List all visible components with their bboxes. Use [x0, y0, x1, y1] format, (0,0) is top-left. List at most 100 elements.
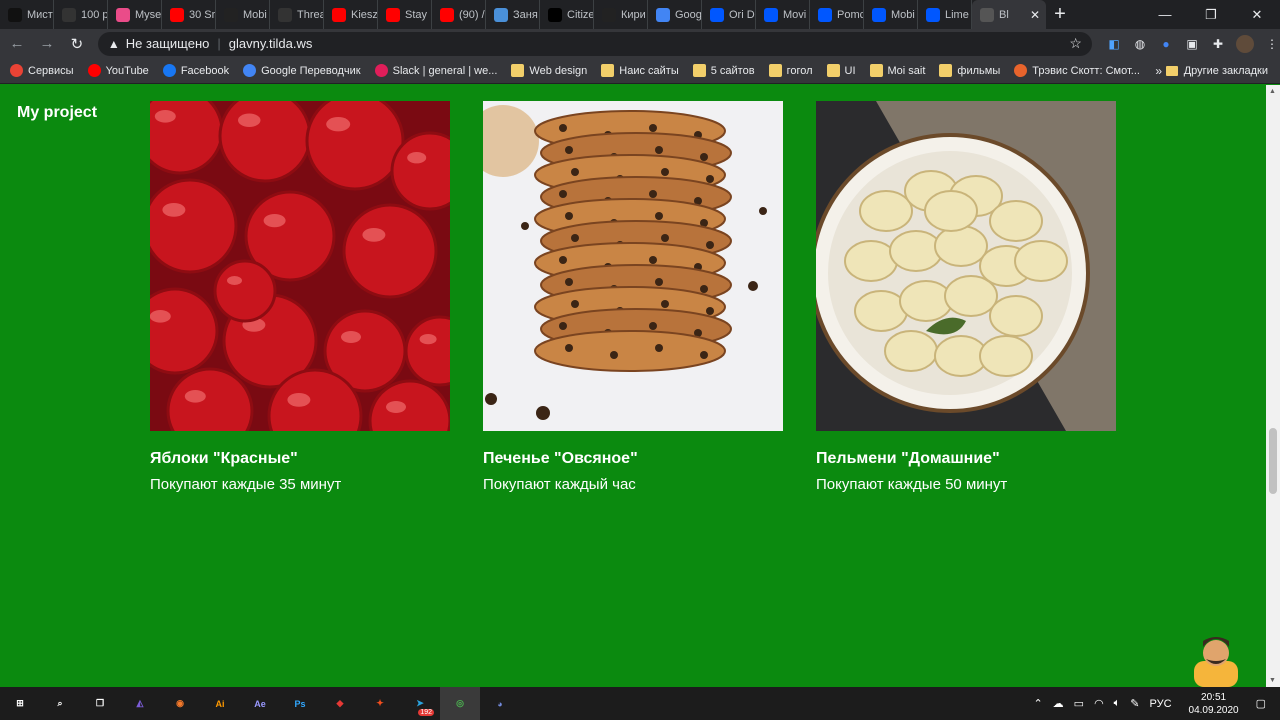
vpn-globe-icon[interactable]: ◍ [1132, 36, 1148, 52]
tab[interactable]: 30 Sr [162, 0, 216, 29]
tab[interactable]: Кири [594, 0, 648, 29]
tab[interactable]: Goog [648, 0, 702, 29]
pen-icon[interactable]: ✎ [1130, 697, 1139, 710]
bookmark-item[interactable]: YouTube [87, 64, 149, 77]
discord-icon[interactable]: ◕ [480, 687, 520, 720]
shield-app-icon[interactable]: ◆ [320, 687, 360, 720]
figma-icon[interactable]: ✦ [360, 687, 400, 720]
new-tab-button[interactable]: + [1046, 0, 1074, 29]
chevron-up-icon[interactable]: ⌃ [1033, 697, 1042, 710]
bookmark-item[interactable]: Web design [511, 64, 587, 77]
chrome-icon[interactable]: ◎ [440, 687, 480, 720]
behance-icon [926, 7, 940, 22]
maximize-icon[interactable]: ❐ [1188, 0, 1234, 29]
bookmark-item[interactable]: Сервисы [10, 64, 74, 77]
forward-icon[interactable]: → [34, 31, 60, 57]
product-card[interactable]: Печенье "Овсяное" Покупают каждый час [483, 101, 783, 493]
tab[interactable]: (90) / [432, 0, 486, 29]
bookmark-item[interactable]: Slack | general | we... [374, 64, 497, 77]
chat-mascot-icon[interactable] [1188, 631, 1244, 687]
youtube-icon [386, 7, 400, 22]
photoshop-icon[interactable]: Ps [280, 687, 320, 720]
vs-icon[interactable]: ◭ [120, 687, 160, 720]
bookmark-item[interactable]: UI [826, 64, 856, 77]
tab[interactable]: Mobi [216, 0, 270, 29]
tab[interactable]: Threa [270, 0, 324, 29]
tab[interactable]: Kiesz [324, 0, 378, 29]
task-view-icon[interactable]: ❐ [80, 687, 120, 720]
other-bookmarks[interactable]: Другие закладки [1165, 65, 1268, 77]
bookmark-item[interactable]: фильмы [939, 64, 1000, 77]
page-scrollbar[interactable]: ▲ ▼ [1266, 85, 1280, 687]
k-icon [602, 7, 616, 22]
apples-photo [150, 101, 450, 431]
battery-icon[interactable]: ▭ [1074, 697, 1084, 710]
bookmark-item[interactable]: Трэвис Скотт: Смот... [1014, 64, 1140, 77]
address-bar[interactable]: ▲ Не защищено | glavny.tilda.ws ☆ [97, 31, 1092, 56]
product-card[interactable]: Яблоки "Красные" Покупают каждые 35 мину… [150, 101, 450, 493]
tab[interactable]: Lime [918, 0, 972, 29]
bookmark-item[interactable]: 5 сайтов [692, 64, 755, 77]
security-label: Не защищено [125, 36, 210, 51]
windows-taskbar: ⊞ ⌕ ❐ ◭ ◉ Ai Ae Ps ◆ ✦ ➤ 192 ◎ ◕ ⌃ ☁ ▭ ◠ 🔈︎ ✎ РУС 20:… [0, 687, 1280, 720]
folder-icon [601, 64, 615, 77]
tab[interactable]: Мист [0, 0, 54, 29]
close-icon[interactable]: ✕ [1234, 0, 1280, 29]
site-logo[interactable]: My project [17, 104, 97, 122]
extension-blue-icon[interactable]: ● [1158, 36, 1174, 52]
card-description: Покупают каждый час [483, 476, 636, 493]
tab[interactable]: 100 р [54, 0, 108, 29]
volume-icon[interactable]: 🔈︎ [1114, 697, 1121, 710]
reload-icon[interactable]: ↻ [64, 31, 90, 57]
search-icon[interactable]: ⌕ [40, 687, 80, 720]
minimize-icon[interactable]: — [1142, 0, 1188, 29]
tab[interactable]: Mobi [864, 0, 918, 29]
scrollbar-thumb[interactable] [1269, 428, 1277, 494]
tab[interactable]: Stay [378, 0, 432, 29]
puzzle-icon[interactable]: ✚ [1210, 36, 1226, 52]
tab[interactable]: Заня [486, 0, 540, 29]
tab[interactable]: Myse [108, 0, 162, 29]
scroll-down-icon[interactable]: ▼ [1269, 677, 1276, 684]
bookmarks-overflow-button[interactable]: » [1155, 64, 1162, 78]
bookmark-item[interactable]: Google Переводчик [243, 64, 361, 77]
tab[interactable]: Movi [756, 0, 810, 29]
blender-icon[interactable]: ◉ [160, 687, 200, 720]
bookmark-item[interactable]: гогол [768, 64, 813, 77]
illustrator-icon[interactable]: Ai [200, 687, 240, 720]
behance-icon [818, 7, 832, 22]
language-indicator[interactable]: РУС [1150, 698, 1172, 710]
card-title: Печенье "Овсяное" [483, 450, 638, 467]
bookmarks-bar: Сервисы YouTube Facebook Google Переводчик S… [0, 58, 1280, 84]
tab[interactable]: Pomc [810, 0, 864, 29]
bookmark-star-icon[interactable]: ☆ [1069, 35, 1082, 52]
wifi-icon[interactable]: ◠ [1094, 697, 1104, 710]
chrome-glyph: ◎ [456, 698, 464, 708]
extension-icon[interactable]: ◧ [1106, 36, 1122, 52]
profile-avatar[interactable] [1235, 34, 1254, 53]
close-tab-icon[interactable]: ✕ [1030, 8, 1040, 22]
cloud-icon[interactable]: ☁ [1053, 697, 1064, 710]
folder-icon [1165, 65, 1178, 76]
tab[interactable]: Bl ✕ [972, 0, 1046, 29]
bookmark-item[interactable]: Наис сайты [601, 64, 679, 77]
after-effects-icon[interactable]: Ae [240, 687, 280, 720]
bookmark-item[interactable]: Facebook [162, 64, 229, 77]
clock[interactable]: 20:51 04.09.2020 [1189, 691, 1239, 717]
tab[interactable]: Ori D [702, 0, 756, 29]
product-card[interactable]: Пельмени "Домашние" Покупают каждые 50 м… [816, 101, 1116, 493]
tab[interactable]: Citize [540, 0, 594, 29]
youtube-icon [332, 7, 346, 22]
bookmark-item[interactable]: Moi sait [869, 64, 925, 77]
menu-dots-icon[interactable]: ⋮ [1264, 36, 1280, 52]
tab-label: Bl [999, 8, 1009, 21]
notifications-icon[interactable]: ▢ [1256, 697, 1266, 710]
extensions-area: ◧ ◍ ● ▣ ✚ ⋮ [1106, 34, 1280, 53]
tab-label: Mobi [243, 8, 267, 21]
telegram-icon[interactable]: ➤ 192 [400, 687, 440, 720]
start-icon[interactable]: ⊞ [0, 687, 40, 720]
clipboard-icon[interactable]: ▣ [1184, 36, 1200, 52]
tab-strip: Мист 100 р Myse 30 Sr Mobi Threa Kiesz Stay (90)… [0, 0, 1280, 29]
back-icon[interactable]: ← [4, 31, 30, 57]
scroll-up-icon[interactable]: ▲ [1269, 88, 1276, 95]
